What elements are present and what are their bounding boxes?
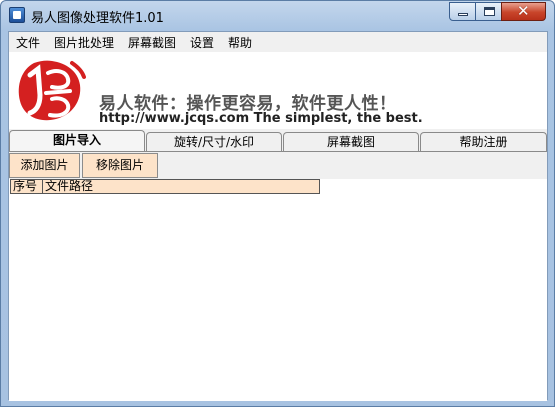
menu-settings[interactable]: 设置 <box>190 34 214 51</box>
window-title: 易人图像处理软件1.01 <box>31 11 164 26</box>
add-image-button[interactable]: 添加图片 <box>9 153 80 178</box>
menu-help[interactable]: 帮助 <box>228 34 252 51</box>
app-icon[interactable] <box>9 7 25 23</box>
import-toolbar: 添加图片 移除图片 <box>9 152 547 179</box>
menu-file[interactable]: 文件 <box>16 34 40 51</box>
minimize-button[interactable] <box>449 2 476 21</box>
logo-icon <box>18 60 86 121</box>
site-url-text: http://www.jcqs.com The simplest, the be… <box>99 111 423 126</box>
close-icon: ✕ <box>517 2 530 20</box>
tab-rotate-resize-watermark[interactable]: 旋转/尺寸/水印 <box>146 132 282 151</box>
tab-panel-image-import: 添加图片 移除图片 序号 文件路径 <box>9 151 547 401</box>
column-header-path[interactable]: 文件路径 <box>42 179 320 194</box>
main-window: 易人图像处理软件1.01 ✕ 文件 图片批处理 屏幕截图 设置 帮助 易人软件：… <box>0 0 555 407</box>
file-list[interactable]: 序号 文件路径 <box>10 179 546 401</box>
tab-image-import[interactable]: 图片导入 <box>9 130 145 151</box>
maximize-button[interactable] <box>475 2 502 21</box>
menu-bar: 文件 图片批处理 屏幕截图 设置 帮助 <box>9 32 547 52</box>
banner: 易人软件：操作更容易，软件更人性！ http://www.jcqs.com Th… <box>9 52 547 129</box>
title-bar[interactable]: 易人图像处理软件1.01 ✕ <box>1 1 554 31</box>
menu-batch[interactable]: 图片批处理 <box>54 34 114 51</box>
tab-screenshot[interactable]: 屏幕截图 <box>283 132 419 151</box>
close-button[interactable]: ✕ <box>501 2 546 21</box>
column-header-index[interactable]: 序号 <box>10 179 43 194</box>
maximize-icon <box>484 7 495 16</box>
client-area: 文件 图片批处理 屏幕截图 设置 帮助 易人软件：操作更容易，软件更人性！ ht… <box>8 31 548 401</box>
tab-strip: 图片导入 旋转/尺寸/水印 屏幕截图 帮助注册 <box>9 130 547 151</box>
menu-screenshot[interactable]: 屏幕截图 <box>128 34 176 51</box>
minimize-icon <box>458 13 468 16</box>
remove-image-button[interactable]: 移除图片 <box>82 153 158 178</box>
tab-help-register[interactable]: 帮助注册 <box>420 132 547 151</box>
